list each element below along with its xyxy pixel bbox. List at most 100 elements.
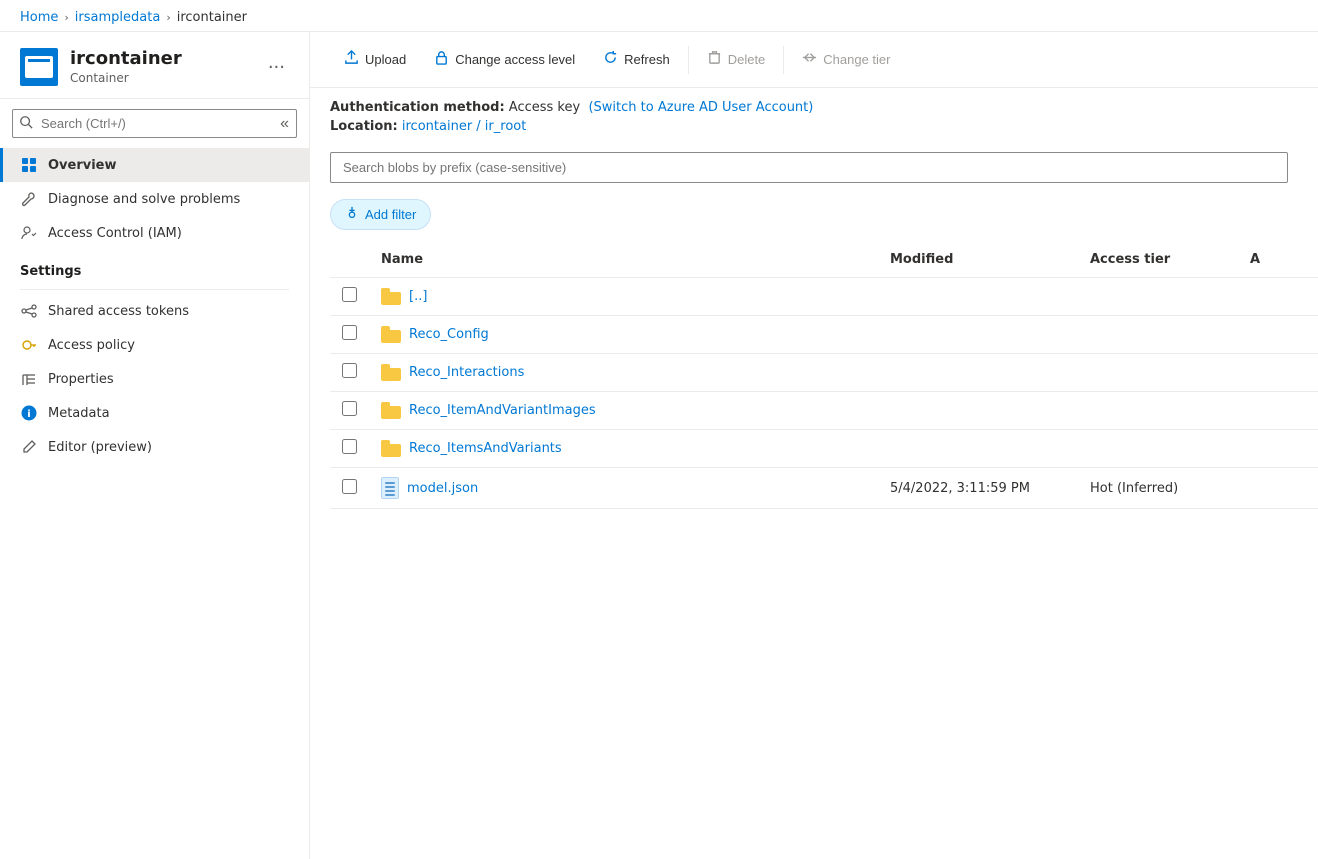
file-icon	[381, 477, 399, 499]
collapse-sidebar-button[interactable]: «	[274, 113, 295, 135]
auth-label: Authentication method:	[330, 100, 505, 115]
change-tier-label: Change tier	[823, 52, 890, 67]
change-tier-button[interactable]: Change tier	[788, 42, 904, 77]
search-input[interactable]	[12, 109, 297, 138]
file-modified	[878, 316, 1078, 354]
upload-icon	[344, 50, 359, 69]
container-icon	[20, 48, 58, 86]
file-tier	[1078, 430, 1238, 468]
file-modified	[878, 430, 1078, 468]
delete-icon	[707, 50, 722, 69]
file-modified: 5/4/2022, 3:11:59 PM	[878, 468, 1078, 509]
breadcrumb-parent[interactable]: irsampledata	[75, 10, 161, 25]
table-row: [..]	[330, 278, 1318, 316]
file-extra	[1238, 278, 1318, 316]
editor-icon	[20, 438, 38, 456]
file-modified	[878, 392, 1078, 430]
header-modified: Modified	[878, 242, 1078, 278]
header-tier: Access tier	[1078, 242, 1238, 278]
row-checkbox[interactable]	[342, 363, 357, 378]
header-name: Name	[369, 242, 878, 278]
table-row: model.json 5/4/2022, 3:11:59 PMHot (Infer…	[330, 468, 1318, 509]
wrench-icon	[20, 190, 38, 208]
iam-icon	[20, 224, 38, 242]
file-tier	[1078, 354, 1238, 392]
row-checkbox[interactable]	[342, 325, 357, 340]
iam-label: Access Control (IAM)	[48, 226, 182, 241]
row-checkbox[interactable]	[342, 287, 357, 302]
overview-label: Overview	[48, 158, 117, 173]
file-extra	[1238, 392, 1318, 430]
more-button[interactable]: ...	[264, 48, 289, 77]
table-row: Reco_Config	[330, 316, 1318, 354]
row-checkbox[interactable]	[342, 479, 357, 494]
file-name[interactable]: Reco_ItemAndVariantImages	[409, 403, 596, 418]
table-row: Reco_ItemAndVariantImages	[330, 392, 1318, 430]
row-checkbox[interactable]	[342, 439, 357, 454]
file-modified	[878, 278, 1078, 316]
overview-icon	[20, 156, 38, 174]
add-filter-button[interactable]: Add filter	[330, 199, 431, 230]
file-extra	[1238, 430, 1318, 468]
switch-auth-link[interactable]: (Switch to Azure AD User Account)	[588, 100, 813, 115]
delete-button[interactable]: Delete	[693, 42, 780, 77]
location-label: Location:	[330, 119, 398, 134]
breadcrumb-sep2: ›	[166, 11, 170, 24]
sidebar-item-overview[interactable]: Overview	[0, 148, 309, 182]
metadata-icon: i	[20, 404, 38, 422]
row-checkbox[interactable]	[342, 401, 357, 416]
table-row: Reco_ItemsAndVariants	[330, 430, 1318, 468]
toolbar-separator2	[783, 46, 784, 74]
delete-label: Delete	[728, 52, 766, 67]
file-name[interactable]: Reco_Config	[409, 327, 489, 342]
file-tier	[1078, 278, 1238, 316]
folder-icon	[381, 364, 401, 381]
folder-icon	[381, 440, 401, 457]
shared-access-icon	[20, 302, 38, 320]
folder-icon	[381, 326, 401, 343]
sidebar-item-editor[interactable]: Editor (preview)	[0, 430, 309, 464]
file-name[interactable]: [..]	[409, 289, 427, 304]
breadcrumb-home[interactable]: Home	[20, 10, 58, 25]
properties-label: Properties	[48, 372, 114, 387]
settings-divider	[20, 289, 289, 290]
file-extra	[1238, 316, 1318, 354]
sidebar-subtitle: Container	[70, 71, 252, 85]
table-row: Reco_Interactions	[330, 354, 1318, 392]
svg-text:i: i	[27, 409, 30, 420]
sidebar-item-shared-access[interactable]: Shared access tokens	[0, 294, 309, 328]
file-extra	[1238, 468, 1318, 509]
sidebar-item-diagnose[interactable]: Diagnose and solve problems	[0, 182, 309, 216]
file-name[interactable]: model.json	[407, 481, 478, 496]
location-path: ircontainer / ir_root	[402, 119, 526, 134]
upload-label: Upload	[365, 52, 406, 67]
search-icon	[19, 115, 33, 133]
sidebar-item-metadata[interactable]: i Metadata	[0, 396, 309, 430]
file-extra	[1238, 354, 1318, 392]
change-tier-icon	[802, 50, 817, 69]
sidebar-item-access-policy[interactable]: Access policy	[0, 328, 309, 362]
file-name[interactable]: Reco_ItemsAndVariants	[409, 441, 562, 456]
blob-search-input[interactable]	[330, 152, 1288, 183]
refresh-icon	[603, 50, 618, 69]
lock-icon	[434, 50, 449, 69]
filter-icon	[345, 206, 359, 223]
folder-icon	[381, 288, 401, 305]
header-extra: A	[1238, 242, 1318, 278]
upload-button[interactable]: Upload	[330, 42, 420, 77]
breadcrumb-sep1: ›	[64, 11, 68, 24]
file-tier	[1078, 392, 1238, 430]
change-access-button[interactable]: Change access level	[420, 42, 589, 77]
file-tier: Hot (Inferred)	[1078, 468, 1238, 509]
sidebar-title: ircontainer	[70, 48, 252, 69]
file-tier	[1078, 316, 1238, 354]
settings-section-label: Settings	[0, 250, 309, 285]
sidebar-item-properties[interactable]: Properties	[0, 362, 309, 396]
sidebar-item-iam[interactable]: Access Control (IAM)	[0, 216, 309, 250]
auth-value: Access key	[509, 100, 580, 115]
file-name[interactable]: Reco_Interactions	[409, 365, 524, 380]
editor-label: Editor (preview)	[48, 440, 152, 455]
access-policy-label: Access policy	[48, 338, 135, 353]
refresh-button[interactable]: Refresh	[589, 42, 684, 77]
refresh-label: Refresh	[624, 52, 670, 67]
